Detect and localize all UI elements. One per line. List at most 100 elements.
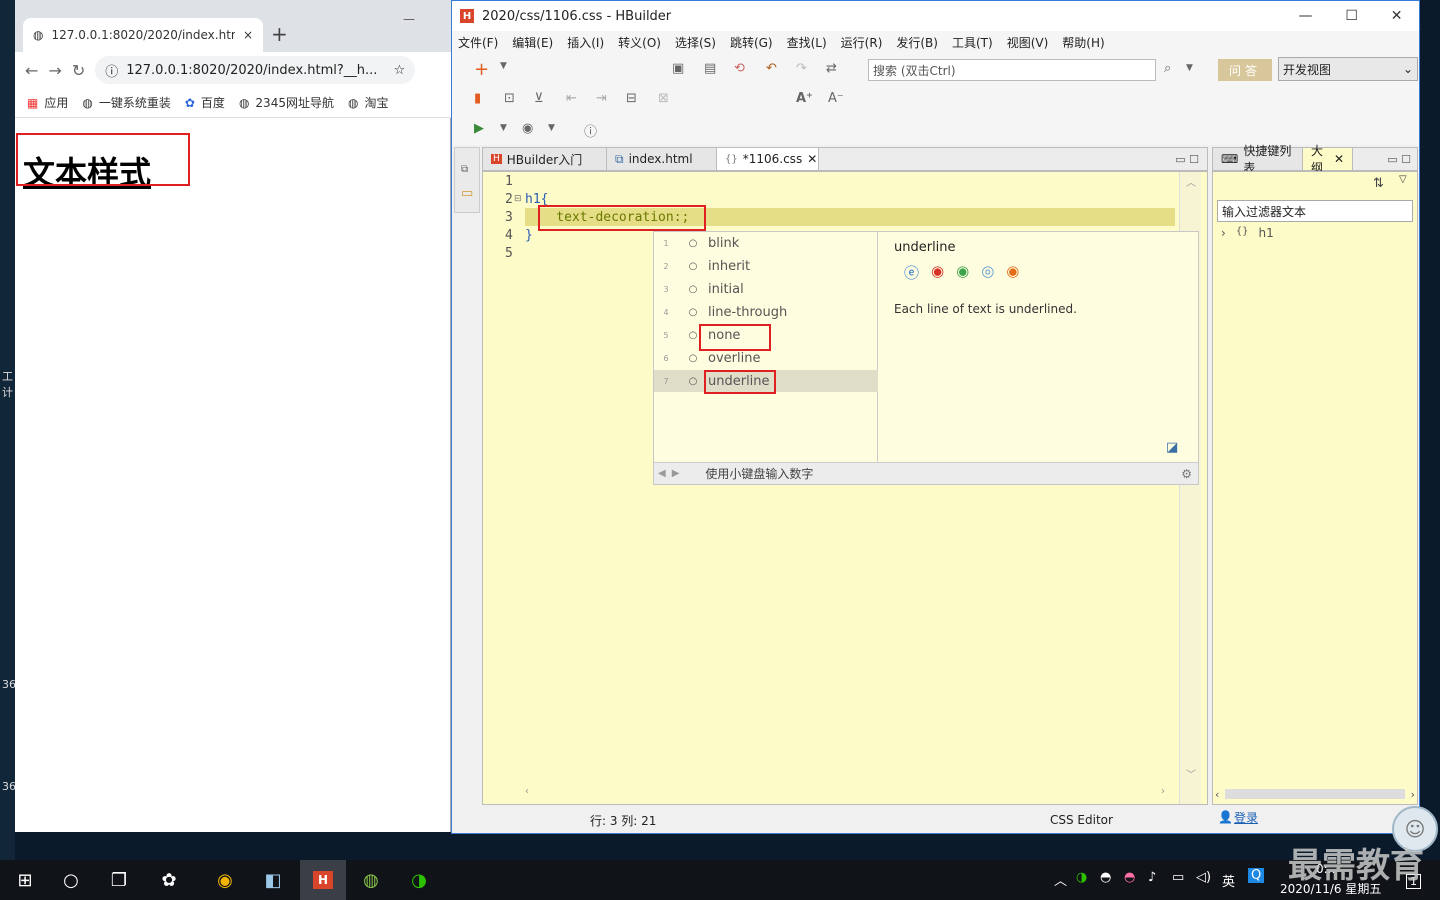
fold-icon[interactable]: ⊟ [514, 194, 522, 204]
undo-icon[interactable]: ↶ [766, 61, 777, 76]
sort-icon[interactable]: ⇅ [1373, 176, 1384, 191]
assist-item[interactable]: 3 ○ initial [654, 278, 878, 300]
save-all-icon[interactable]: ▤ [704, 61, 716, 76]
tab-shortcuts[interactable]: ⌨ 快捷键列表 [1213, 144, 1303, 175]
melon-icon[interactable]: ◍ [356, 866, 386, 894]
tab-index-html[interactable]: ⧉ index.html [607, 148, 717, 170]
chevron-right-icon[interactable]: › [1221, 226, 1226, 240]
bookmark-item[interactable]: ◍ 淘宝 [348, 94, 389, 111]
close-icon[interactable]: ✕ [1334, 152, 1344, 166]
filter-input[interactable]: 输入过滤器文本 [1217, 200, 1413, 222]
close-icon[interactable]: ✕ [1391, 8, 1403, 24]
new-file-icon[interactable]: + [474, 59, 489, 80]
close-icon[interactable]: × [243, 28, 253, 42]
comment-icon[interactable]: ⊟ [626, 91, 637, 106]
outline-item[interactable]: › {} h1 [1221, 226, 1274, 240]
revert-icon[interactable]: ⟲ [734, 61, 745, 76]
scroll-thumb[interactable] [1225, 789, 1405, 799]
menu-escape[interactable]: 转义(O) [618, 34, 661, 51]
gear-icon[interactable]: ⚙ [1181, 467, 1192, 481]
qq-icon[interactable]: ◓ [1124, 870, 1135, 885]
search-icon[interactable]: ⌕ [1164, 61, 1171, 76]
chevron-down-icon[interactable]: ▽ [1399, 174, 1407, 185]
reload-icon[interactable]: ↻ [72, 61, 85, 80]
menu-tools[interactable]: 工具(T) [952, 34, 993, 51]
chevron-right-icon[interactable]: › [1161, 786, 1165, 797]
address-bar[interactable]: ⓘ 127.0.0.1:8020/2020/index.html?__h... … [95, 56, 416, 84]
bookmark-item[interactable]: ◍ 一键系统重装 [82, 94, 171, 111]
download-icon[interactable]: ⊻ [534, 91, 544, 106]
maximize-icon[interactable]: ☐ [1345, 8, 1358, 24]
minimize-icon[interactable]: — [1298, 8, 1312, 24]
redo-icon[interactable]: ↷ [796, 61, 807, 76]
new-tab-button[interactable]: + [271, 22, 288, 46]
menu-publish[interactable]: 发行(B) [896, 34, 938, 51]
chevron-right-icon[interactable]: ▶ [672, 468, 680, 479]
windows-start-icon[interactable]: ⊞ [10, 866, 40, 894]
notepad-icon[interactable]: ◧ [258, 866, 288, 894]
chevron-left-icon[interactable]: ◀ [658, 468, 666, 479]
menu-file[interactable]: 文件(F) [458, 34, 498, 51]
dropdown-arrow-icon[interactable]: ▼ [548, 123, 555, 133]
restore-icon[interactable]: ⧉ [461, 164, 468, 175]
new-tag-icon[interactable]: ⊡ [504, 91, 515, 106]
run-icon[interactable]: ▶ [474, 121, 484, 136]
minimize-button[interactable]: — [403, 12, 415, 26]
chevron-up-icon[interactable]: ︿ [1054, 870, 1067, 889]
bookmark-item[interactable]: ✿ 百度 [185, 94, 225, 111]
horizontal-scrollbar[interactable]: ‹ › [521, 786, 1177, 802]
back-icon[interactable]: ← [25, 61, 38, 80]
wechat-tray-icon[interactable]: ◑ [1076, 870, 1087, 885]
forward-icon[interactable]: → [48, 61, 61, 80]
help-icon[interactable]: ◪ [1166, 440, 1178, 455]
search-input[interactable]: 搜索 (双击Ctrl) [868, 59, 1156, 81]
menu-find[interactable]: 查找(L) [787, 34, 827, 51]
tab-hbuilder-intro[interactable]: H HBuilder入门 [483, 148, 607, 170]
dropdown-arrow-icon[interactable]: ▼ [1186, 63, 1193, 73]
horizontal-scrollbar[interactable]: ‹ › [1215, 786, 1415, 802]
save-icon[interactable]: ▣ [672, 61, 684, 76]
task-view-icon[interactable]: ❐ [104, 866, 134, 894]
bookmark-item[interactable]: ◍ 2345网址导航 [239, 94, 334, 111]
bell-icon[interactable]: ♪ [1148, 870, 1156, 885]
browser-preview-icon[interactable]: ◉ [522, 121, 533, 136]
close-icon[interactable]: ✕ [807, 152, 817, 166]
hbuilder-taskbar-button[interactable]: H [300, 860, 346, 900]
minimize-icon[interactable]: ▭ ☐ [1175, 153, 1199, 166]
font-increase-icon[interactable]: A⁺ [796, 91, 813, 106]
menu-run[interactable]: 运行(R) [841, 34, 883, 51]
menu-goto[interactable]: 跳转(G) [730, 34, 773, 51]
app-icon[interactable]: ✿ [154, 866, 184, 894]
view-select[interactable]: 开发视图 ⌄ [1278, 57, 1418, 81]
star-icon[interactable]: ☆ [394, 63, 406, 78]
menu-select[interactable]: 选择(S) [675, 34, 716, 51]
qa-button[interactable]: 问答 [1218, 59, 1272, 81]
assist-item[interactable]: 2 ○ inherit [654, 255, 878, 277]
chevron-down-icon[interactable]: ﹀ [1186, 766, 1196, 781]
wechat-icon[interactable]: ◑ [404, 866, 434, 894]
bookmark-icon[interactable]: ▮ [474, 91, 481, 106]
font-decrease-icon[interactable]: A⁻ [828, 91, 844, 106]
app-q-icon[interactable]: Q [1248, 868, 1265, 883]
chrome-icon[interactable]: ◉ [210, 866, 240, 894]
folder-icon[interactable]: ▭ [461, 186, 473, 201]
login-link[interactable]: 登录 [1234, 809, 1258, 826]
indent-right-icon[interactable]: ⇥ [596, 91, 607, 106]
menu-help[interactable]: 帮助(H) [1062, 34, 1104, 51]
chevron-right-icon[interactable]: › [1411, 788, 1415, 801]
dropdown-arrow-icon[interactable]: ▼ [500, 123, 507, 133]
minimize-icon[interactable]: ▭ ☐ [1387, 153, 1411, 166]
tab-outline[interactable]: 大纲 ✕ [1303, 144, 1353, 175]
menu-edit[interactable]: 编辑(E) [512, 34, 553, 51]
uncomment-icon[interactable]: ⊠ [658, 91, 669, 106]
ime-indicator[interactable]: 英 [1222, 871, 1235, 890]
format-icon[interactable]: ⇄ [826, 61, 837, 76]
dropdown-arrow-icon[interactable]: ▼ [500, 61, 507, 71]
volume-icon[interactable]: ◁) [1196, 870, 1211, 885]
assist-item[interactable]: 1 ○ blink [654, 232, 878, 254]
chevron-up-icon[interactable]: ︿ [1186, 174, 1196, 189]
network-icon[interactable]: ▭ [1172, 870, 1184, 885]
tab-1106-css[interactable]: {} *1106.css ✕ [717, 148, 819, 170]
bookmark-apps[interactable]: ▦ 应用 [27, 94, 68, 111]
menu-insert[interactable]: 插入(I) [567, 34, 604, 51]
